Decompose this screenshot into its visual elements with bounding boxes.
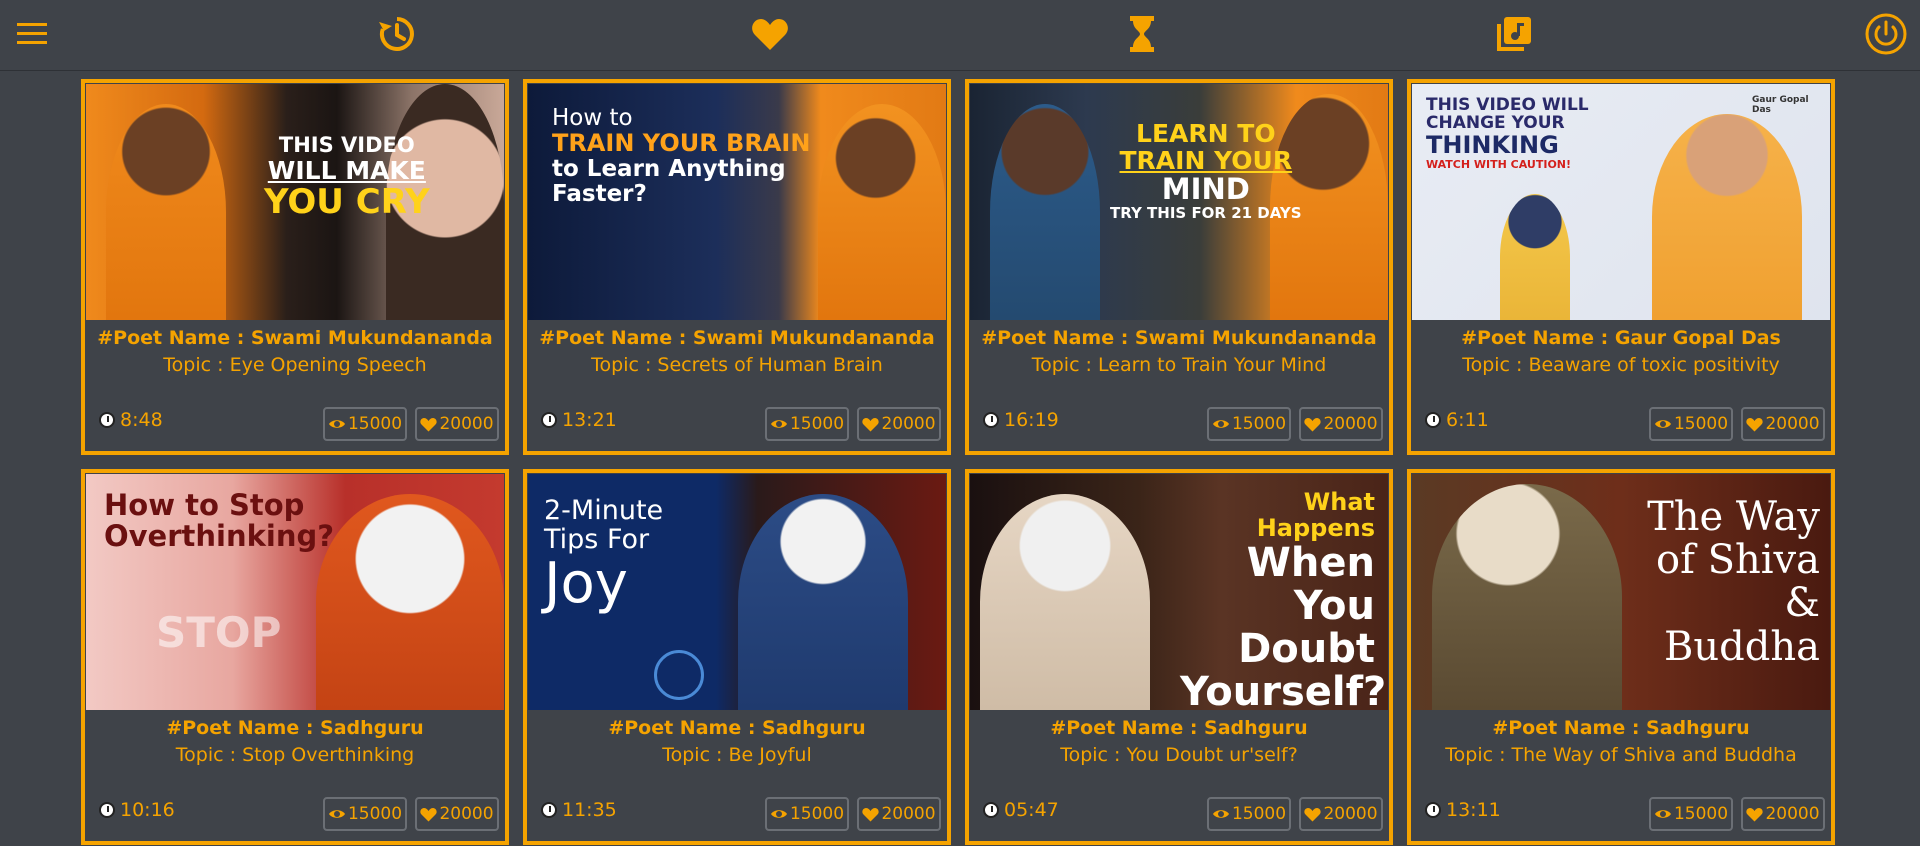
thumbnail-brand-text: Gaur Gopal Das — [1752, 95, 1809, 115]
duration: 10:16 — [99, 799, 175, 821]
poet-name: #Poet Name : Swami Mukundananda — [539, 327, 935, 349]
topic: Topic : You Doubt ur'self? — [1060, 744, 1298, 766]
heart-icon — [420, 807, 438, 821]
topic: Topic : Secrets of Human Brain — [591, 354, 883, 376]
topic: Topic : Eye Opening Speech — [163, 354, 427, 376]
video-thumbnail[interactable]: How to Stop Overthinking? STOP — [86, 474, 504, 710]
views-button[interactable]: 15000 — [1649, 407, 1733, 441]
likes-button[interactable]: 20000 — [857, 407, 941, 441]
heart-icon — [862, 807, 880, 821]
video-card[interactable]: How to TRAIN YOUR BRAIN to Learn Anything F… — [523, 79, 951, 455]
likes-button[interactable]: 20000 — [415, 407, 499, 441]
thumbnail-text: 2-Minute Tips For Joy — [544, 495, 664, 617]
heart-icon — [1746, 417, 1764, 431]
topic: Topic : Be Joyful — [662, 744, 812, 766]
stop-sign-text: STOP — [156, 608, 282, 657]
heart-icon — [1746, 807, 1764, 821]
views-button[interactable]: 15000 — [765, 797, 849, 831]
eye-icon — [1654, 810, 1671, 818]
top-navbar — [0, 0, 1920, 71]
likes-button[interactable]: 20000 — [415, 797, 499, 831]
likes-button[interactable]: 20000 — [1299, 407, 1383, 441]
eye-icon — [328, 810, 345, 818]
video-card[interactable]: 2-Minute Tips For Joy #Poet Name : Sadhgur… — [523, 469, 951, 845]
thumbnail-text: How to TRAIN YOUR BRAIN to Learn Anything F… — [552, 105, 811, 207]
eye-icon — [1654, 420, 1671, 428]
eye-icon — [1212, 420, 1229, 428]
smiley-icon — [654, 650, 704, 700]
thumbnail-text: What Happens When You Doubt Yourself? — [1180, 488, 1387, 710]
duration: 13:11 — [1425, 799, 1501, 821]
duration: 11:35 — [541, 799, 617, 821]
poet-name: #Poet Name : Sadhguru — [1050, 717, 1308, 739]
views-button[interactable]: 15000 — [323, 797, 407, 831]
video-thumbnail[interactable]: How to TRAIN YOUR BRAIN to Learn Anything F… — [528, 84, 946, 320]
stopwatch-icon — [99, 412, 115, 428]
video-card[interactable]: What Happens When You Doubt Yourself? #Poet… — [965, 469, 1393, 845]
heart-icon — [1304, 807, 1322, 821]
stopwatch-icon — [1425, 412, 1441, 428]
heart-icon — [862, 417, 880, 431]
poet-name: #Poet Name : Sadhguru — [1492, 717, 1750, 739]
poet-name: #Poet Name : Swami Mukundananda — [97, 327, 493, 349]
video-thumbnail[interactable]: The Way of Shiva & Buddha — [1412, 474, 1830, 710]
poet-name: #Poet Name : Gaur Gopal Das — [1461, 327, 1781, 349]
views-button[interactable]: 15000 — [1207, 797, 1291, 831]
views-button[interactable]: 15000 — [1649, 797, 1733, 831]
eye-icon — [1212, 810, 1229, 818]
duration: 05:47 — [983, 799, 1059, 821]
thumbnail-text: THIS VIDEO WILL CHANGE YOUR THINKING WATCH … — [1426, 95, 1589, 171]
video-card[interactable]: LEARN TO TRAIN YOUR MIND TRY THIS FOR 21 DA… — [965, 79, 1393, 455]
views-button[interactable]: 15000 — [323, 407, 407, 441]
duration: 13:21 — [541, 409, 617, 431]
music-library-icon[interactable] — [1490, 10, 1538, 58]
poet-name: #Poet Name : Sadhguru — [608, 717, 866, 739]
video-thumbnail[interactable]: What Happens When You Doubt Yourself? — [970, 474, 1388, 710]
video-card[interactable]: THIS VIDEO WILL CHANGE YOUR THINKING WATCH … — [1407, 79, 1835, 455]
stopwatch-icon — [983, 802, 999, 818]
duration: 6:11 — [1425, 409, 1489, 431]
heart-icon — [1304, 417, 1322, 431]
eye-icon — [328, 420, 345, 428]
video-thumbnail[interactable]: 2-Minute Tips For Joy — [528, 474, 946, 710]
hourglass-icon[interactable] — [1118, 10, 1166, 58]
stopwatch-icon — [541, 412, 557, 428]
topic: Topic : Stop Overthinking — [175, 744, 415, 766]
stopwatch-icon — [1425, 802, 1441, 818]
poet-name: #Poet Name : Swami Mukundananda — [981, 327, 1377, 349]
likes-button[interactable]: 20000 — [1741, 797, 1825, 831]
likes-button[interactable]: 20000 — [1741, 407, 1825, 441]
history-icon[interactable] — [373, 10, 421, 58]
views-button[interactable]: 15000 — [765, 407, 849, 441]
thumbnail-text: LEARN TO TRAIN YOUR MIND TRY THIS FOR 21 DA… — [1110, 119, 1302, 223]
stopwatch-icon — [983, 412, 999, 428]
hamburger-menu-icon[interactable] — [8, 10, 56, 58]
video-thumbnail[interactable]: THIS VIDEO WILL CHANGE YOUR THINKING WATCH … — [1412, 84, 1830, 320]
poet-name: #Poet Name : Sadhguru — [166, 717, 424, 739]
likes-button[interactable]: 20000 — [857, 797, 941, 831]
duration: 8:48 — [99, 409, 163, 431]
video-thumbnail[interactable]: LEARN TO TRAIN YOUR MIND TRY THIS FOR 21 DA… — [970, 84, 1388, 320]
topic: Topic : The Way of Shiva and Buddha — [1445, 744, 1797, 766]
heart-icon[interactable] — [746, 10, 794, 58]
stopwatch-icon — [541, 802, 557, 818]
thumbnail-text: The Way of Shiva & Buddha — [1647, 494, 1820, 670]
topic: Topic : Beaware of toxic positivity — [1462, 354, 1780, 376]
power-icon[interactable] — [1862, 10, 1910, 58]
video-card[interactable]: How to Stop Overthinking? STOP #Poet Name… — [81, 469, 509, 845]
likes-button[interactable]: 20000 — [1299, 797, 1383, 831]
video-card[interactable]: The Way of Shiva & Buddha #Poet Name : Sad… — [1407, 469, 1835, 845]
thumbnail-text: THIS VIDEO WILL MAKE YOU CRY — [264, 133, 430, 222]
stopwatch-icon — [99, 802, 115, 818]
video-thumbnail[interactable]: THIS VIDEO WILL MAKE YOU CRY — [86, 84, 504, 320]
eye-icon — [770, 420, 787, 428]
thumbnail-text: How to Stop Overthinking? — [104, 488, 335, 554]
duration: 16:19 — [983, 409, 1059, 431]
eye-icon — [770, 810, 787, 818]
views-button[interactable]: 15000 — [1207, 407, 1291, 441]
topic: Topic : Learn to Train Your Mind — [1031, 354, 1327, 376]
video-grid: THIS VIDEO WILL MAKE YOU CRY #Poet Name : … — [81, 79, 1841, 845]
video-card[interactable]: THIS VIDEO WILL MAKE YOU CRY #Poet Name : … — [81, 79, 509, 455]
heart-icon — [420, 417, 438, 431]
